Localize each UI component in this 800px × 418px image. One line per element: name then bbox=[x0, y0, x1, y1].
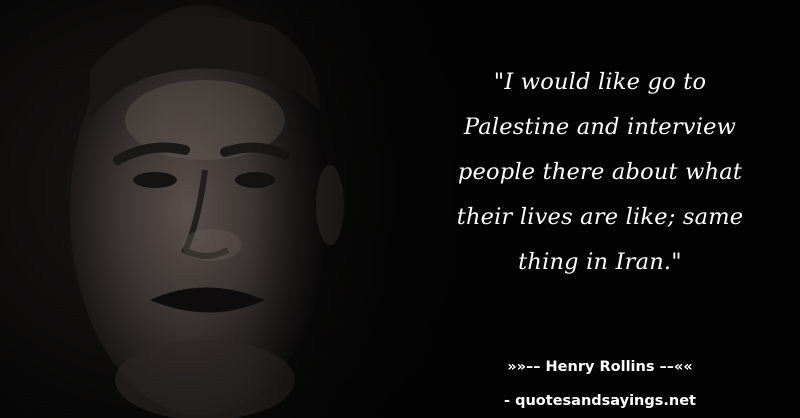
quote-block: "I would like go to Palestine and interv… bbox=[420, 60, 780, 285]
source-credit: - quotesandsayings.net bbox=[504, 393, 696, 409]
author-name: Henry Rollins bbox=[545, 359, 655, 375]
attribution-suffix: ––«« bbox=[654, 359, 693, 375]
attribution-prefix: »»–– bbox=[507, 359, 546, 375]
attribution: »»–– Henry Rollins ––«« bbox=[440, 359, 760, 375]
quote-text: "I would like go to Palestine and interv… bbox=[456, 69, 744, 275]
quote-card: "I would like go to Palestine and interv… bbox=[0, 0, 800, 418]
